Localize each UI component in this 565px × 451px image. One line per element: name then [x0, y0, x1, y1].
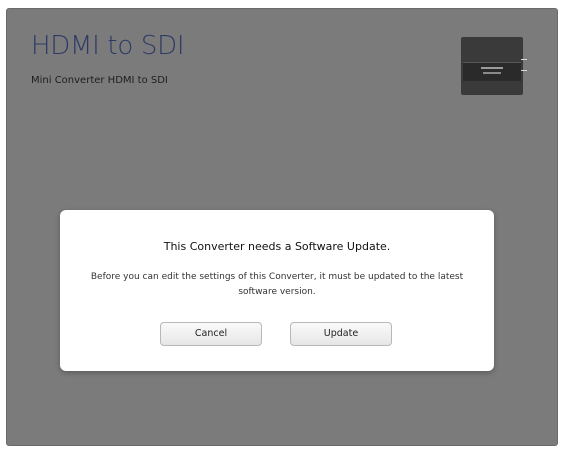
software-update-dialog: This Converter needs a Software Update. …	[60, 210, 494, 371]
device-front-panel	[463, 62, 521, 81]
dialog-message: Before you can edit the settings of this…	[90, 272, 464, 297]
cancel-button[interactable]: Cancel	[160, 322, 262, 346]
page-subtitle: Mini Converter HDMI to SDI	[31, 75, 168, 86]
page-title: HDMI to SDI	[31, 31, 185, 61]
update-button[interactable]: Update	[290, 322, 392, 346]
dialog-heading: This Converter needs a Software Update.	[163, 240, 391, 253]
mini-converter-device-icon	[461, 37, 527, 95]
device-connector	[521, 59, 527, 71]
